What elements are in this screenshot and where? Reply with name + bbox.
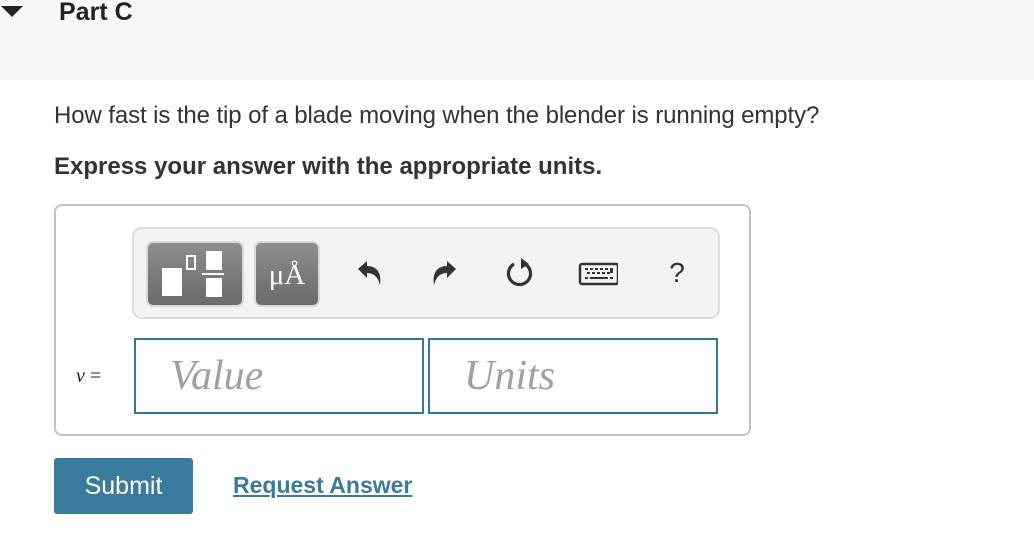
equals-sign: = <box>89 365 102 387</box>
units-input[interactable] <box>428 338 718 414</box>
variable-symbol: v <box>76 365 85 387</box>
part-header: Part C <box>0 0 1034 80</box>
templates-button[interactable] <box>146 241 244 307</box>
value-input[interactable] <box>134 338 424 414</box>
redo-button[interactable] <box>424 253 464 293</box>
question-text: How fast is the tip of a blade moving wh… <box>54 102 820 129</box>
variable-label: v = <box>76 362 101 390</box>
part-title: Part C <box>59 0 133 26</box>
undo-button[interactable] <box>350 253 390 293</box>
units-icon: μÅ <box>268 259 306 291</box>
request-answer-link[interactable]: Request Answer <box>233 470 412 500</box>
reset-icon <box>506 258 533 287</box>
reset-button[interactable] <box>500 253 540 293</box>
keyboard-button[interactable] <box>578 253 618 293</box>
math-toolbar: μÅ ? <box>132 227 720 319</box>
answer-instruction: Express your answer with the appropriate… <box>54 153 603 180</box>
units-button[interactable]: μÅ <box>254 241 320 307</box>
redo-icon <box>433 261 456 285</box>
help-button[interactable]: ? <box>662 253 692 293</box>
keyboard-icon <box>578 262 618 286</box>
undo-icon <box>358 261 381 285</box>
triangle-down-icon[interactable] <box>1 6 23 17</box>
submit-button[interactable]: Submit <box>54 458 193 514</box>
